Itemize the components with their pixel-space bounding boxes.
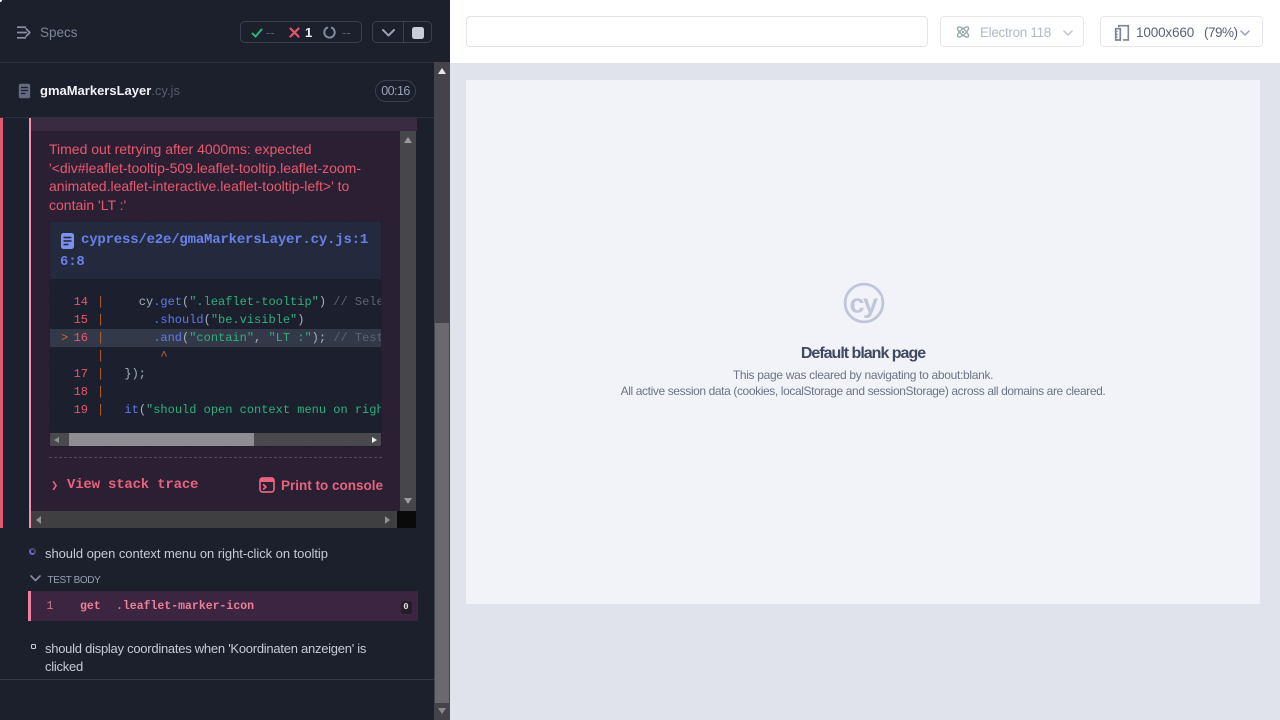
svg-text:cy: cy: [850, 289, 879, 319]
